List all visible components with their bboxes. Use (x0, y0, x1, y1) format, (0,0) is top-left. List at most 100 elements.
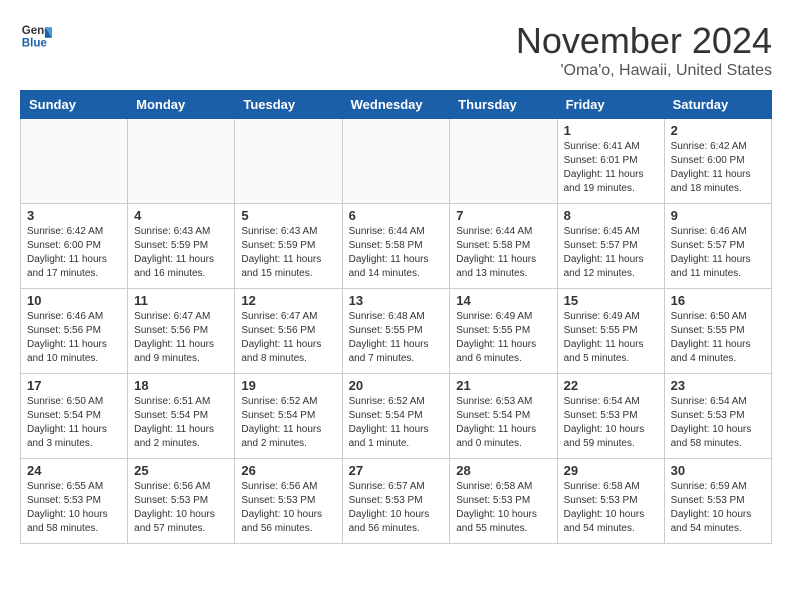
weekday-header: Tuesday (235, 91, 342, 119)
calendar-cell: 7 Sunrise: 6:44 AMSunset: 5:58 PMDaylight… (450, 204, 557, 289)
day-number: 12 (241, 293, 335, 308)
weekday-header: Saturday (664, 91, 771, 119)
calendar-cell: 27 Sunrise: 6:57 AMSunset: 5:53 PMDayligh… (342, 459, 450, 544)
day-number: 14 (456, 293, 550, 308)
day-number: 25 (134, 463, 228, 478)
day-info: Sunrise: 6:49 AMSunset: 5:55 PMDaylight:… (456, 310, 550, 366)
day-number: 19 (241, 378, 335, 393)
calendar-cell (128, 119, 235, 204)
day-info: Sunrise: 6:53 AMSunset: 5:54 PMDaylight:… (456, 395, 550, 451)
day-number: 6 (349, 208, 444, 223)
calendar-cell: 20Sunrise: 6:52 AMSunset: 5:54 PMDayligh… (342, 374, 450, 459)
day-number: 15 (564, 293, 658, 308)
day-info: Sunrise: 6:42 AMSunset: 6:00 PMDaylight:… (671, 140, 765, 196)
calendar-cell: 28 Sunrise: 6:58 AMSunset: 5:53 PMDayligh… (450, 459, 557, 544)
weekday-header: Thursday (450, 91, 557, 119)
day-number: 9 (671, 208, 765, 223)
day-info: Sunrise: 6:51 AMSunset: 5:54 PMDaylight:… (134, 395, 228, 451)
calendar-cell: 4 Sunrise: 6:43 AMSunset: 5:59 PMDaylight… (128, 204, 235, 289)
calendar-cell: 26 Sunrise: 6:56 AMSunset: 5:53 PMDayligh… (235, 459, 342, 544)
calendar-cell: 30 Sunrise: 6:59 AMSunset: 5:53 PMDayligh… (664, 459, 771, 544)
day-info: Sunrise: 6:56 AMSunset: 5:53 PMDaylight:… (134, 480, 228, 536)
calendar-cell: 17Sunrise: 6:50 AMSunset: 5:54 PMDayligh… (21, 374, 128, 459)
location: 'Oma'o, Hawaii, United States (516, 62, 772, 80)
calendar-cell: 1 Sunrise: 6:41 AMSunset: 6:01 PMDaylight… (557, 119, 664, 204)
day-number: 4 (134, 208, 228, 223)
day-number: 24 (27, 463, 121, 478)
calendar-cell: 6 Sunrise: 6:44 AMSunset: 5:58 PMDaylight… (342, 204, 450, 289)
calendar-cell: 16Sunrise: 6:50 AMSunset: 5:55 PMDayligh… (664, 289, 771, 374)
day-info: Sunrise: 6:42 AMSunset: 6:00 PMDaylight:… (27, 225, 121, 281)
day-info: Sunrise: 6:58 AMSunset: 5:53 PMDaylight:… (456, 480, 550, 536)
day-number: 29 (564, 463, 658, 478)
day-info: Sunrise: 6:41 AMSunset: 6:01 PMDaylight:… (564, 140, 658, 196)
day-number: 26 (241, 463, 335, 478)
day-number: 2 (671, 123, 765, 138)
calendar-cell: 13 Sunrise: 6:48 AMSunset: 5:55 PMDayligh… (342, 289, 450, 374)
day-info: Sunrise: 6:46 AMSunset: 5:56 PMDaylight:… (27, 310, 121, 366)
calendar-cell: 22 Sunrise: 6:54 AMSunset: 5:53 PMDayligh… (557, 374, 664, 459)
day-info: Sunrise: 6:44 AMSunset: 5:58 PMDaylight:… (456, 225, 550, 281)
day-info: Sunrise: 6:47 AMSunset: 5:56 PMDaylight:… (134, 310, 228, 366)
calendar-cell: 10 Sunrise: 6:46 AMSunset: 5:56 PMDayligh… (21, 289, 128, 374)
calendar-cell: 9Sunrise: 6:46 AMSunset: 5:57 PMDaylight… (664, 204, 771, 289)
weekday-header: Monday (128, 91, 235, 119)
day-info: Sunrise: 6:49 AMSunset: 5:55 PMDaylight:… (564, 310, 658, 366)
calendar-cell (21, 119, 128, 204)
calendar-cell (450, 119, 557, 204)
calendar-cell: 23 Sunrise: 6:54 AMSunset: 5:53 PMDayligh… (664, 374, 771, 459)
day-info: Sunrise: 6:43 AMSunset: 5:59 PMDaylight:… (134, 225, 228, 281)
calendar-cell: 5 Sunrise: 6:43 AMSunset: 5:59 PMDaylight… (235, 204, 342, 289)
calendar-cell: 19Sunrise: 6:52 AMSunset: 5:54 PMDayligh… (235, 374, 342, 459)
calendar-week-row: 3 Sunrise: 6:42 AMSunset: 6:00 PMDaylight… (21, 204, 772, 289)
day-number: 27 (349, 463, 444, 478)
calendar-week-row: 17Sunrise: 6:50 AMSunset: 5:54 PMDayligh… (21, 374, 772, 459)
calendar-cell: 8 Sunrise: 6:45 AMSunset: 5:57 PMDaylight… (557, 204, 664, 289)
day-info: Sunrise: 6:45 AMSunset: 5:57 PMDaylight:… (564, 225, 658, 281)
title-block: November 2024 'Oma'o, Hawaii, United Sta… (516, 20, 772, 80)
day-number: 30 (671, 463, 765, 478)
day-info: Sunrise: 6:54 AMSunset: 5:53 PMDaylight:… (671, 395, 765, 451)
day-number: 18 (134, 378, 228, 393)
day-number: 10 (27, 293, 121, 308)
day-info: Sunrise: 6:57 AMSunset: 5:53 PMDaylight:… (349, 480, 444, 536)
day-info: Sunrise: 6:50 AMSunset: 5:54 PMDaylight:… (27, 395, 121, 451)
month-title: November 2024 (516, 20, 772, 62)
page-header: General Blue November 2024 'Oma'o, Hawai… (20, 20, 772, 80)
day-number: 5 (241, 208, 335, 223)
day-info: Sunrise: 6:52 AMSunset: 5:54 PMDaylight:… (349, 395, 444, 451)
calendar-cell: 21 Sunrise: 6:53 AMSunset: 5:54 PMDayligh… (450, 374, 557, 459)
day-info: Sunrise: 6:44 AMSunset: 5:58 PMDaylight:… (349, 225, 444, 281)
day-number: 3 (27, 208, 121, 223)
calendar-week-row: 1 Sunrise: 6:41 AMSunset: 6:01 PMDaylight… (21, 119, 772, 204)
calendar-cell: 11 Sunrise: 6:47 AMSunset: 5:56 PMDayligh… (128, 289, 235, 374)
logo-icon: General Blue (20, 20, 52, 52)
calendar-cell (235, 119, 342, 204)
day-number: 8 (564, 208, 658, 223)
calendar-cell: 2 Sunrise: 6:42 AMSunset: 6:00 PMDaylight… (664, 119, 771, 204)
day-info: Sunrise: 6:48 AMSunset: 5:55 PMDaylight:… (349, 310, 444, 366)
calendar-cell: 18 Sunrise: 6:51 AMSunset: 5:54 PMDayligh… (128, 374, 235, 459)
logo: General Blue (20, 20, 52, 52)
day-info: Sunrise: 6:59 AMSunset: 5:53 PMDaylight:… (671, 480, 765, 536)
day-info: Sunrise: 6:43 AMSunset: 5:59 PMDaylight:… (241, 225, 335, 281)
day-number: 7 (456, 208, 550, 223)
calendar-week-row: 24Sunrise: 6:55 AMSunset: 5:53 PMDayligh… (21, 459, 772, 544)
day-info: Sunrise: 6:58 AMSunset: 5:53 PMDaylight:… (564, 480, 658, 536)
calendar-cell: 25 Sunrise: 6:56 AMSunset: 5:53 PMDayligh… (128, 459, 235, 544)
weekday-header: Sunday (21, 91, 128, 119)
day-info: Sunrise: 6:56 AMSunset: 5:53 PMDaylight:… (241, 480, 335, 536)
calendar-cell: 24Sunrise: 6:55 AMSunset: 5:53 PMDayligh… (21, 459, 128, 544)
day-number: 13 (349, 293, 444, 308)
day-number: 23 (671, 378, 765, 393)
calendar-cell (342, 119, 450, 204)
calendar-week-row: 10 Sunrise: 6:46 AMSunset: 5:56 PMDayligh… (21, 289, 772, 374)
weekday-header: Friday (557, 91, 664, 119)
day-number: 1 (564, 123, 658, 138)
day-number: 21 (456, 378, 550, 393)
day-number: 22 (564, 378, 658, 393)
day-number: 11 (134, 293, 228, 308)
day-info: Sunrise: 6:54 AMSunset: 5:53 PMDaylight:… (564, 395, 658, 451)
day-number: 28 (456, 463, 550, 478)
svg-text:Blue: Blue (22, 38, 48, 50)
